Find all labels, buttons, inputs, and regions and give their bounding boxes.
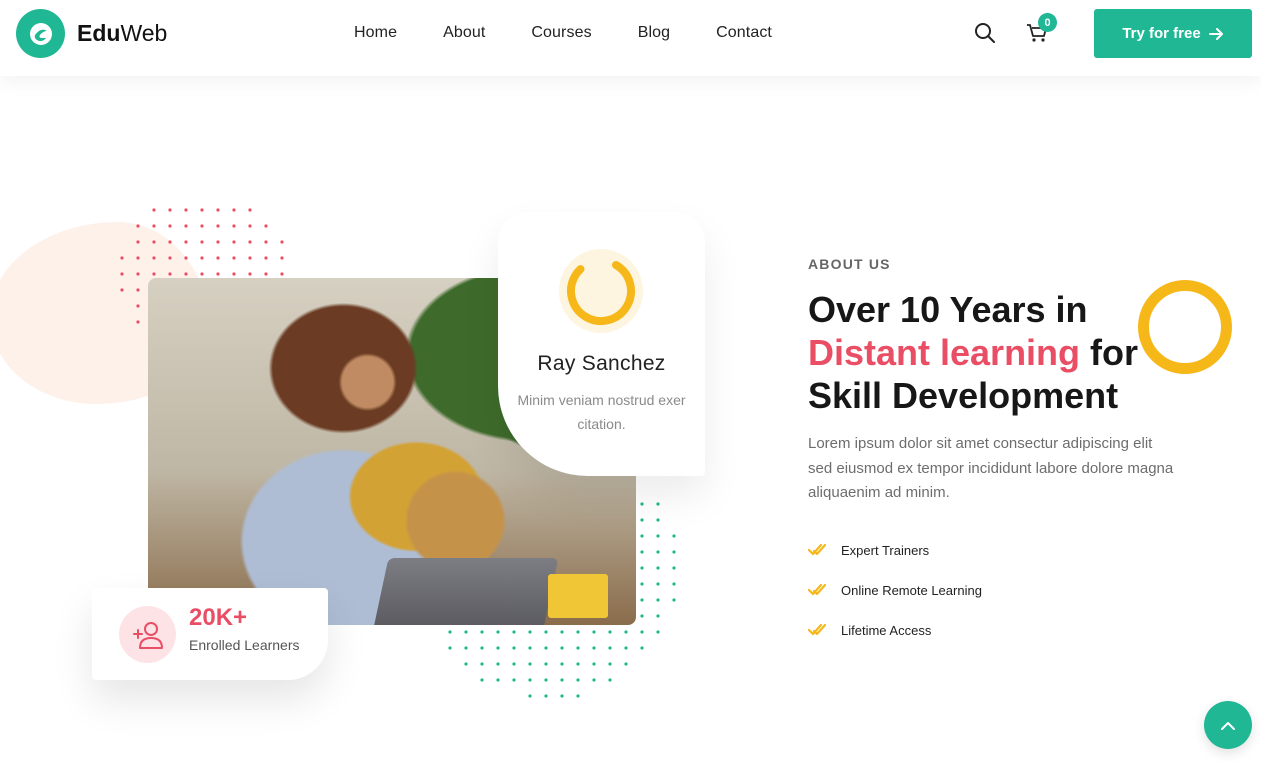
enrolled-stat-card: 20K+ Enrolled Learners [92, 588, 328, 680]
feature-item: Expert Trainers [808, 530, 982, 570]
add-user-icon [119, 606, 176, 663]
feature-label: Lifetime Access [841, 622, 932, 638]
stat-label: Enrolled Learners [189, 637, 300, 653]
nav-home[interactable]: Home [354, 24, 397, 42]
stat-value: 20K+ [189, 604, 248, 631]
nav-about[interactable]: About [443, 24, 485, 42]
about-heading: Over 10 Years in Distant learning for Sk… [808, 289, 1139, 416]
e-leaf-icon [16, 9, 65, 58]
chevron-up-icon [1221, 721, 1235, 730]
search-icon[interactable] [974, 22, 996, 44]
site-header: EduWeb Home About Courses Blog Contact 0… [0, 0, 1261, 76]
section-eyebrow: ABOUT US [808, 256, 891, 272]
cart-count-badge: 0 [1038, 13, 1057, 32]
logo[interactable]: EduWeb [16, 9, 167, 58]
cta-label: Try for free [1122, 25, 1201, 42]
nav-blog[interactable]: Blog [638, 24, 670, 42]
try-for-free-button[interactable]: Try for free [1094, 9, 1252, 58]
laptop [373, 558, 559, 625]
feature-label: Online Remote Learning [841, 582, 982, 598]
profile-subtitle: Minim veniam nostrud exer citation. [517, 392, 686, 432]
arrow-right-icon [1208, 27, 1223, 40]
progress-ring-icon [559, 249, 643, 333]
double-check-icon [808, 543, 827, 556]
profile-name: Ray Sanchez [537, 352, 666, 375]
profile-card: Ray Sanchez Minim veniam nostrud exer ci… [498, 212, 705, 476]
feature-label: Expert Trainers [841, 542, 930, 558]
nav-courses[interactable]: Courses [531, 24, 591, 42]
back-to-top-button[interactable] [1204, 701, 1252, 749]
about-paragraph: Lorem ipsum dolor sit amet consectur adi… [808, 435, 1174, 501]
nav-contact[interactable]: Contact [716, 24, 772, 42]
feature-list: Expert Trainers Online Remote Learning L… [808, 530, 982, 650]
brand-name: EduWeb [77, 20, 168, 46]
book [548, 574, 608, 618]
double-check-icon [808, 583, 827, 596]
feature-item: Lifetime Access [808, 610, 982, 650]
double-check-icon [808, 623, 827, 636]
main-nav: Home About Courses Blog Contact [354, 24, 818, 42]
feature-item: Online Remote Learning [808, 570, 982, 610]
